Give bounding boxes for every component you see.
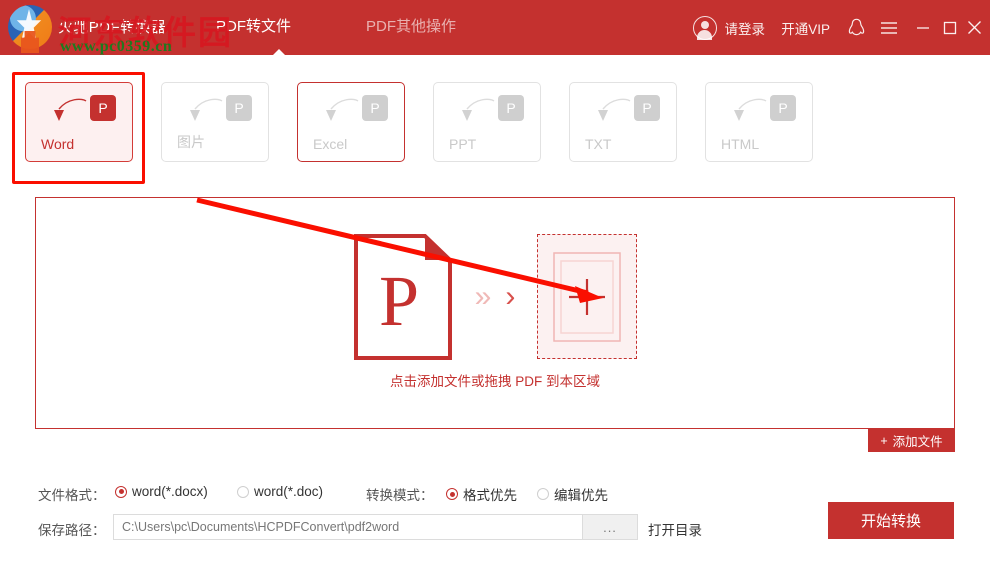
- save-path-input[interactable]: C:\Users\pc\Documents\HCPDFConvert\pdf2w…: [113, 514, 583, 540]
- file-drop-area[interactable]: P » › 点击添加文件或拖拽 PDF 到本区域: [35, 197, 955, 429]
- tile-label-image: 图片: [177, 134, 205, 150]
- convert-mode-option-edit[interactable]: 编辑优先: [537, 484, 608, 504]
- tile-badge-pdf: P: [226, 95, 252, 121]
- nav-tab-pdf-other-ops[interactable]: PDF其他操作: [366, 15, 456, 36]
- tile-badge-pdf: P: [634, 95, 660, 121]
- add-file-dropzone[interactable]: [537, 234, 638, 359]
- drop-graphics: P » ›: [36, 233, 954, 361]
- svg-text:P: P: [379, 261, 419, 341]
- start-convert-button[interactable]: 开始转换: [828, 502, 954, 539]
- drop-hint-text: 点击添加文件或拖拽 PDF 到本区域: [389, 374, 600, 389]
- file-format-docx-label: word(*.docx): [132, 484, 208, 499]
- plus-icon: +: [880, 433, 888, 448]
- tile-label-excel: Excel: [313, 136, 348, 152]
- add-file-label: 添加文件: [892, 435, 943, 449]
- tile-excel[interactable]: P Excel: [297, 82, 405, 162]
- file-format-option-doc[interactable]: word(*.doc): [237, 484, 323, 501]
- minimize-icon[interactable]: [916, 0, 930, 55]
- tile-badge-pdf: P: [498, 95, 524, 121]
- nav-tab-pdf-to-file[interactable]: PDF转文件: [216, 15, 291, 36]
- radio-doc-icon[interactable]: [237, 485, 249, 498]
- file-format-option-docx[interactable]: word(*.docx): [115, 484, 208, 501]
- tile-word[interactable]: P Word: [25, 82, 133, 162]
- tile-label-word: Word: [41, 136, 75, 152]
- tile-label-ppt: PPT: [449, 136, 477, 152]
- title-bar: 火驰PDF转换器 PDF转文件 PDF其他操作 请登录 开通VIP: [0, 0, 990, 55]
- app-logo-icon: [8, 5, 52, 53]
- convert-mode-option-format[interactable]: 格式优先: [446, 484, 517, 504]
- tile-txt[interactable]: P TXT: [569, 82, 677, 162]
- tile-label-html: HTML: [721, 136, 760, 152]
- close-icon[interactable]: [967, 0, 982, 55]
- convert-arrow-icon: [190, 98, 223, 121]
- convert-mode-edit-label: 编辑优先: [554, 488, 608, 503]
- menu-icon[interactable]: [880, 0, 898, 55]
- convert-arrow-icon: [734, 98, 767, 121]
- pdf-document-icon: P: [353, 233, 453, 361]
- login-button[interactable]: 请登录: [692, 0, 766, 55]
- file-format-doc-label: word(*.doc): [254, 484, 324, 499]
- file-format-label: 文件格式：: [38, 488, 106, 503]
- save-path-label: 保存路径：: [38, 523, 106, 538]
- add-file-button[interactable]: + 添加文件: [868, 429, 955, 452]
- tile-badge-pdf: P: [362, 95, 388, 121]
- convert-arrow-icon: [462, 98, 495, 121]
- vip-button[interactable]: 开通VIP: [781, 0, 830, 55]
- vip-label: 开通VIP: [781, 21, 830, 37]
- app-title: 火驰PDF转换器: [58, 19, 167, 36]
- radio-docx-icon[interactable]: [115, 485, 127, 498]
- conversion-chevrons: » ›: [474, 279, 516, 313]
- tile-label-txt: TXT: [585, 136, 612, 152]
- chevron-double-icon: »: [474, 279, 492, 313]
- tile-image[interactable]: P 图片: [161, 82, 269, 162]
- convert-mode-format-label: 格式优先: [463, 488, 517, 503]
- login-label: 请登录: [724, 21, 766, 37]
- tile-badge-pdf: P: [770, 95, 796, 121]
- application-window: 火驰PDF转换器 PDF转文件 PDF其他操作 请登录 开通VIP P Word…: [0, 0, 990, 574]
- convert-arrow-icon: [598, 98, 631, 121]
- convert-mode-label: 转换模式：: [366, 488, 434, 503]
- tile-html[interactable]: P HTML: [705, 82, 813, 162]
- open-directory-link[interactable]: 打开目录: [648, 519, 702, 539]
- output-format-tiles: P Word P 图片 P Excel P PPT P TXT P HTML: [0, 55, 990, 185]
- convert-arrow-icon: [54, 98, 87, 121]
- radio-edit-first-icon[interactable]: [537, 488, 549, 500]
- convert-arrow-icon: [326, 98, 359, 121]
- maximize-icon[interactable]: [943, 0, 957, 55]
- tile-ppt[interactable]: P PPT: [433, 82, 541, 162]
- qq-icon[interactable]: [848, 0, 865, 55]
- chevron-single-icon: ›: [505, 279, 516, 313]
- browse-path-button[interactable]: ...: [583, 514, 638, 540]
- radio-format-first-icon[interactable]: [446, 488, 458, 500]
- avatar-icon: [692, 15, 717, 40]
- tile-badge-pdf: P: [90, 95, 116, 121]
